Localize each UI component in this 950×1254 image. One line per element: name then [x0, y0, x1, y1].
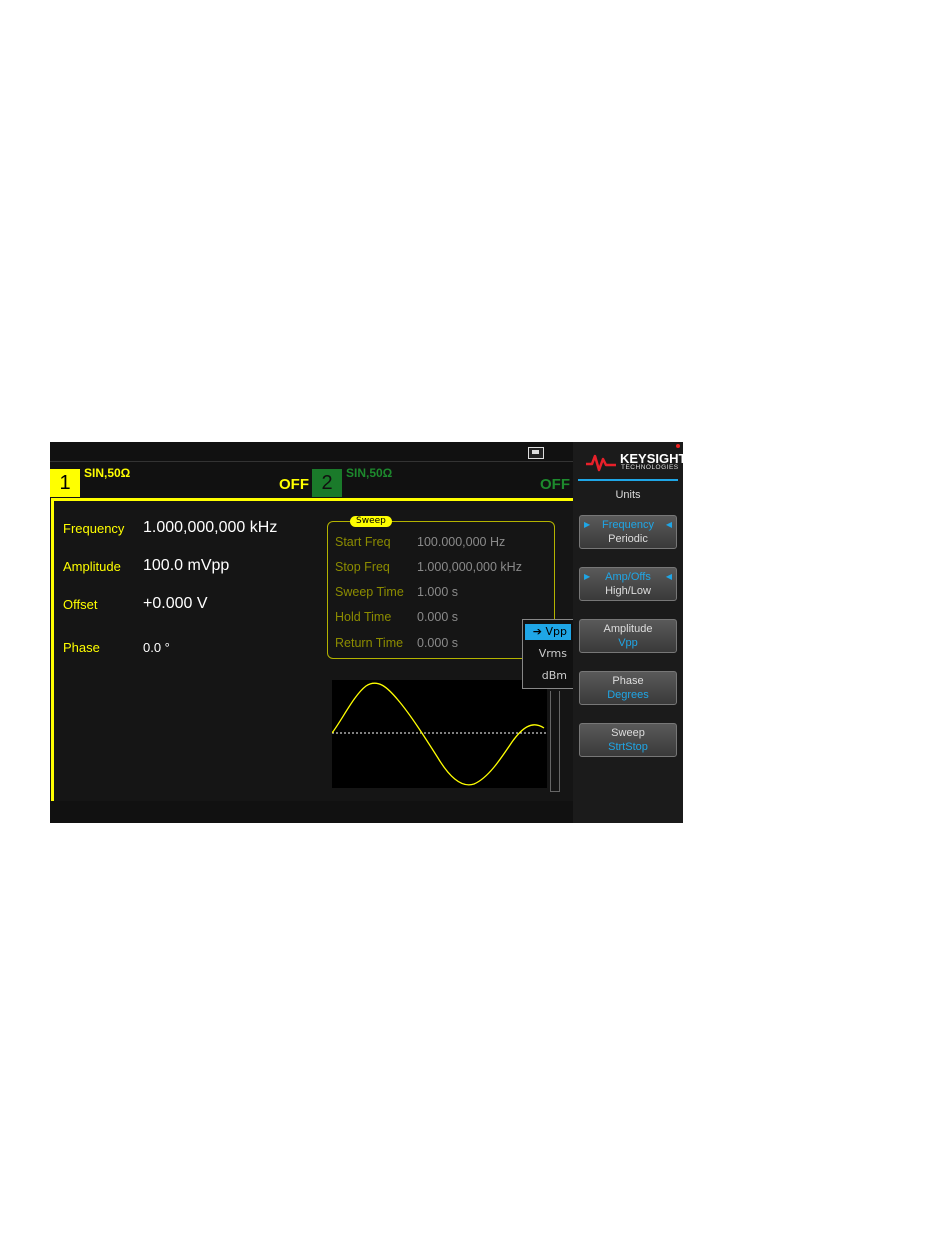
softkey-phase[interactable]: Phase Degrees — [579, 671, 677, 705]
hold-time-value: 0.000 s — [417, 610, 459, 624]
status-divider — [50, 461, 573, 462]
hold-time-label: Hold Time — [335, 610, 392, 624]
softkey-sweep[interactable]: Sweep StrtStop — [579, 723, 677, 757]
sweep-settings-box: Sweep Start Freq 100.000,000 Hz Stop Fre… — [327, 516, 555, 659]
channel-1-number[interactable]: 1 — [50, 469, 80, 497]
softkey-amp-offs-line1: Amp/Offs — [605, 571, 651, 583]
channel-1-label: SIN,50Ω — [84, 466, 131, 480]
sine-waveform-graphic — [331, 682, 547, 786]
start-freq-value: 100.000,000 Hz — [417, 535, 506, 549]
amplitude-label: Amplitude — [63, 559, 121, 574]
brand-divider — [578, 479, 678, 481]
offset-label: Offset — [63, 597, 98, 612]
channel-1-output-state: OFF — [279, 476, 309, 493]
units-option-vpp[interactable]: ➔ Vpp — [525, 624, 571, 640]
stop-freq-label: Stop Freq — [335, 560, 390, 574]
start-freq-label: Start Freq — [335, 535, 391, 549]
sine-trace — [331, 682, 545, 786]
phase-value[interactable]: 0.0 ° — [143, 640, 170, 655]
softkey-amp-offs-line2: High/Low — [605, 585, 651, 597]
bottom-bar — [50, 801, 573, 823]
channel-2-output-state: OFF — [540, 476, 570, 493]
stop-freq-value: 1.000,000,000 kHz — [417, 560, 522, 574]
units-option-vrms[interactable]: Vrms — [525, 646, 571, 662]
waveform-preview — [331, 680, 547, 788]
softkey-frequency-line1: Frequency — [602, 519, 654, 531]
softkey-phase-line1: Phase — [612, 675, 644, 687]
units-dropdown[interactable]: ➔ Vpp Vrms dBm — [522, 619, 574, 689]
softkey-menu-title: Units — [615, 489, 641, 501]
sweep-time-value: 1.000 s — [417, 585, 459, 599]
usb-icon — [528, 447, 544, 459]
softkey-frequency[interactable]: ▶ ◀ Frequency Periodic — [579, 515, 677, 549]
units-option-dbm[interactable]: dBm — [525, 668, 571, 684]
instrument-screen: 1 SIN,50Ω OFF 2 SIN,50Ω OFF Frequency 1.… — [50, 442, 683, 823]
frequency-value[interactable]: 1.000,000,000 kHz — [143, 519, 277, 537]
sweep-tag: Sweep — [350, 516, 392, 527]
channel-2-label: SIN,50Ω — [346, 466, 393, 480]
return-time-value: 0.000 s — [417, 636, 459, 650]
status-bar: 1 SIN,50Ω OFF 2 SIN,50Ω OFF — [50, 442, 573, 498]
softkey-sweep-line1: Sweep — [611, 727, 645, 739]
softkey-phase-line2: Degrees — [607, 689, 649, 701]
sweep-time-label: Sweep Time — [335, 585, 404, 599]
return-time-label: Return Time — [335, 636, 404, 650]
softkey-sweep-line2: StrtStop — [608, 741, 648, 753]
softkey-panel: KEYSIGHT TECHNOLOGIES Units ▶ ◀ Frequenc… — [573, 442, 683, 823]
brand-subtitle: TECHNOLOGIES — [621, 464, 679, 471]
amplitude-value[interactable]: 100.0 mVpp — [143, 557, 229, 575]
keysight-logo-icon — [586, 454, 616, 472]
channel-1-panel: Frequency 1.000,000,000 kHz Amplitude 10… — [51, 498, 576, 804]
softkey-amp-offs[interactable]: ▶ ◀ Amp/Offs High/Low — [579, 567, 677, 601]
softkey-amplitude-line2: Vpp — [618, 637, 638, 649]
softkey-frequency-line2: Periodic — [608, 533, 648, 545]
frequency-label: Frequency — [63, 521, 125, 536]
phase-label: Phase — [63, 640, 100, 655]
waveform-scrollbar[interactable] — [550, 691, 560, 792]
offset-value[interactable]: +0.000 V — [143, 595, 208, 613]
channel-2-number[interactable]: 2 — [312, 469, 342, 497]
selected-arrow-icon: ➔ — [532, 625, 542, 638]
softkey-amplitude[interactable]: Amplitude Vpp — [579, 619, 677, 653]
indicator-dot — [676, 444, 680, 448]
softkey-amplitude-line1: Amplitude — [603, 623, 653, 635]
